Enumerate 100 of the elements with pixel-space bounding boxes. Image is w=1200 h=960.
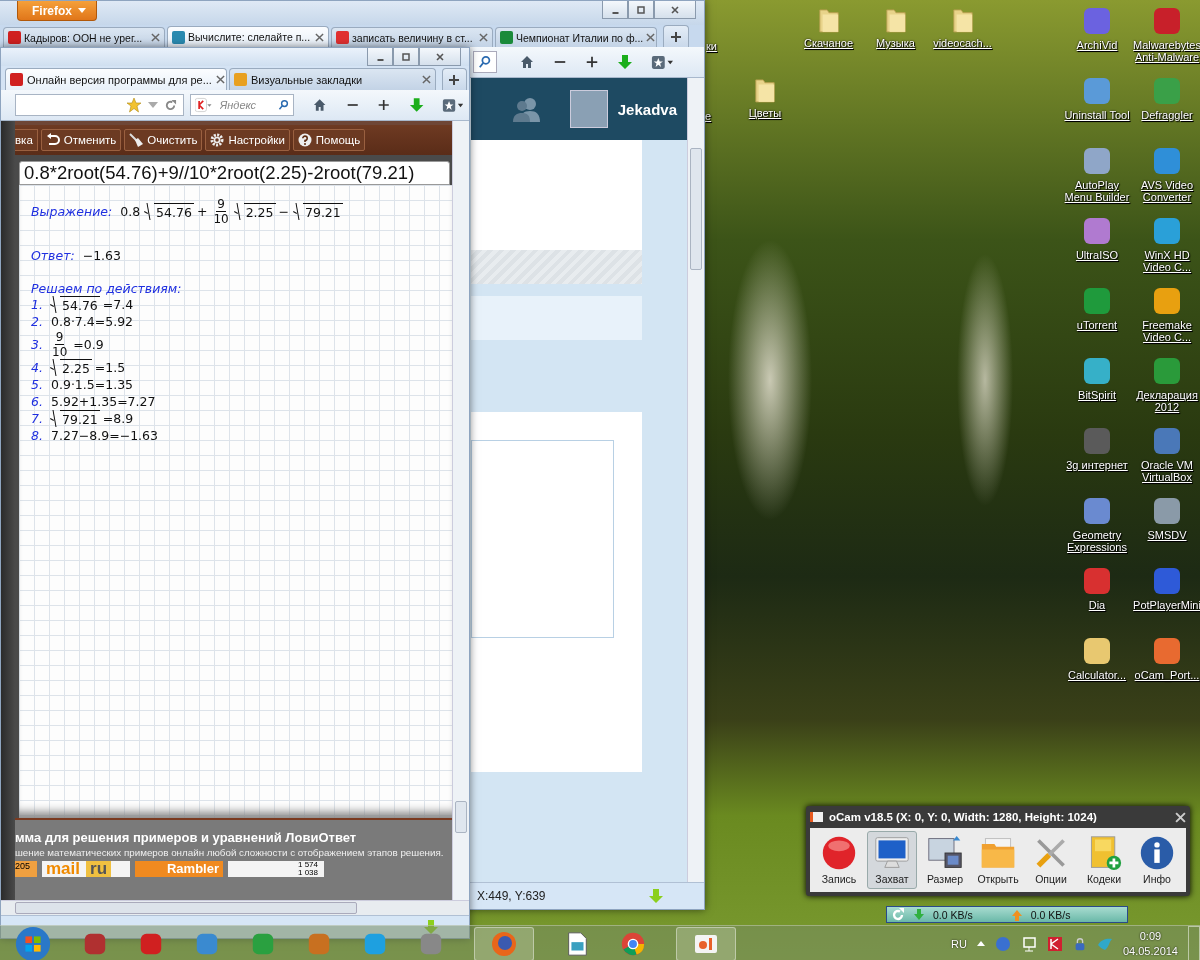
zoom-in-icon[interactable] xyxy=(377,98,391,112)
caret-icon[interactable] xyxy=(976,941,985,946)
reload-icon[interactable] xyxy=(164,98,178,112)
desktop-icon-label[interactable]: AVS Video Converter xyxy=(1132,179,1200,203)
desktop-icon-label[interactable]: PotPlayerMini xyxy=(1133,599,1200,611)
close-button[interactable] xyxy=(654,1,696,19)
expression-input[interactable]: 0.8*2root(54.76)+9//10*2root(2.25)-2root(79.21) xyxy=(19,161,450,185)
stats-banner[interactable]: 1 574 1 038 xyxy=(228,861,324,877)
desktop-icon-label[interactable]: AutoPlay Menu Builder xyxy=(1062,179,1132,203)
toolbar-button[interactable]: Очистить xyxy=(124,129,203,151)
close-icon[interactable] xyxy=(215,75,225,84)
dropdown-icon[interactable] xyxy=(148,102,159,108)
close-icon[interactable] xyxy=(421,75,431,84)
maximize-button[interactable] xyxy=(628,1,654,19)
new-tab-button[interactable] xyxy=(663,25,689,47)
desktop-icon-label[interactable]: Dia xyxy=(1088,599,1106,611)
desktop-icon-label[interactable]: uTorrent xyxy=(1076,319,1118,331)
home-icon[interactable] xyxy=(519,54,535,70)
avatar-placeholder[interactable] xyxy=(569,90,608,128)
star-icon[interactable] xyxy=(126,97,143,113)
folder-icon[interactable] xyxy=(884,6,907,34)
search-input[interactable]: Яндекс xyxy=(213,99,276,111)
folder-icon[interactable] xyxy=(754,76,776,104)
desktop-icon-label[interactable]: Oracle VM VirtualBox xyxy=(1132,459,1200,483)
app-icon[interactable] xyxy=(1152,286,1182,316)
folder-icon[interactable] xyxy=(817,6,840,34)
recorder-button[interactable]: Размер xyxy=(920,831,970,889)
show-desktop-button[interactable] xyxy=(1188,926,1200,960)
browser-tab[interactable]: Кадыров: ООН не урег... xyxy=(3,27,165,47)
browser-tab[interactable]: записать величину в ст... xyxy=(331,27,493,47)
search-icon[interactable] xyxy=(277,98,290,112)
language-indicator[interactable]: RU xyxy=(951,937,967,950)
desktop-icon-label[interactable]: Декларация 2012 xyxy=(1132,389,1200,413)
new-tab-button[interactable] xyxy=(441,68,467,90)
desktop-icon-label[interactable]: 3g интернет xyxy=(1066,459,1128,471)
download-icon[interactable] xyxy=(423,919,439,935)
app-icon[interactable] xyxy=(1152,496,1182,526)
refresh-icon[interactable] xyxy=(891,907,905,922)
toolbar-button[interactable]: вка xyxy=(15,129,38,151)
toolbar-button[interactable]: Настройки xyxy=(205,129,290,151)
close-icon[interactable] xyxy=(479,33,488,42)
app-icon[interactable] xyxy=(1082,496,1112,526)
recorder-button[interactable]: Запись xyxy=(814,831,864,889)
minimize-button[interactable] xyxy=(367,48,393,66)
desktop-icon-label[interactable]: Uninstall Tool xyxy=(1064,109,1130,121)
desktop-icon-label[interactable]: е xyxy=(705,110,712,122)
app-icon[interactable] xyxy=(1082,356,1112,386)
close-icon[interactable] xyxy=(151,33,160,42)
maximize-button[interactable] xyxy=(393,48,419,66)
toolbar-button[interactable]: Помощь xyxy=(292,129,366,151)
recorder-button[interactable]: Инфо xyxy=(1132,831,1182,889)
horizontal-scrollbar[interactable] xyxy=(1,900,469,915)
desktop-icon-label[interactable]: BitSpirit xyxy=(1078,389,1116,401)
folder-icon[interactable] xyxy=(951,6,974,34)
recorder-button[interactable]: Открыть xyxy=(973,831,1023,889)
network-icon[interactable] xyxy=(1020,935,1037,952)
home-icon[interactable] xyxy=(312,97,328,113)
mail-banner[interactable]: mail ru xyxy=(42,861,130,877)
desktop-icon-label[interactable]: Malwarebytes Anti-Malware xyxy=(1132,39,1200,63)
zoom-in-icon[interactable] xyxy=(585,55,599,69)
recorder-button[interactable]: Захват xyxy=(867,831,917,889)
start-button[interactable] xyxy=(14,924,52,960)
desktop-icon-label[interactable]: Музыка xyxy=(876,37,915,49)
desktop-icon-label[interactable]: oCam_Port... xyxy=(1134,669,1200,681)
users-icon[interactable] xyxy=(511,96,542,122)
scrollbar[interactable] xyxy=(452,121,469,900)
recorder-icon[interactable] xyxy=(676,926,736,960)
recorder-button[interactable]: Кодеки xyxy=(1079,831,1129,889)
download-icon[interactable] xyxy=(617,54,633,70)
desktop-icon-label[interactable]: WinX HD Video C... xyxy=(1132,249,1200,273)
browser-tab[interactable]: Чемпионат Италии по ф... xyxy=(495,27,657,47)
scrollbar[interactable] xyxy=(687,78,704,882)
bookmarks-icon[interactable] xyxy=(651,54,673,70)
address-field[interactable] xyxy=(15,94,185,116)
browser-tab[interactable]: Визуальные закладки xyxy=(229,68,436,90)
desktop-icon-label[interactable]: Geometry Expressions xyxy=(1062,529,1132,553)
desktop-icon-label[interactable]: UltraISO xyxy=(1075,249,1119,261)
counter-banner[interactable]: 205 xyxy=(15,861,37,877)
desktop-icon-label[interactable]: videocach... xyxy=(933,37,992,49)
desktop-icon-label[interactable]: Defraggler xyxy=(1141,109,1193,121)
desktop-icon-label[interactable]: Calculator... xyxy=(1067,669,1127,681)
bookmarks-icon[interactable] xyxy=(441,97,463,113)
toolbar-button[interactable]: Отменить xyxy=(40,129,122,151)
desktop-icon-label[interactable]: Скачаное xyxy=(803,37,853,49)
app-icon[interactable] xyxy=(1152,636,1182,666)
username[interactable]: Jekadva xyxy=(617,100,677,118)
recorder-button[interactable]: Опции xyxy=(1026,831,1076,889)
close-icon[interactable] xyxy=(646,33,656,42)
close-icon[interactable] xyxy=(315,32,324,42)
search-button[interactable] xyxy=(473,51,497,73)
app-icon[interactable] xyxy=(1082,636,1112,666)
search-field[interactable]: Яндекс xyxy=(190,94,295,116)
minimize-button[interactable] xyxy=(602,1,628,19)
browser-tab[interactable]: Онлайн версия программы для ре... xyxy=(5,68,227,90)
browser-tab[interactable]: Вычислите: слелайте п... xyxy=(167,26,329,47)
desktop-icon-label[interactable]: Freemake Video C... xyxy=(1132,319,1200,343)
firefox-icon[interactable] xyxy=(474,926,534,960)
desktop-icon-label[interactable]: SMSDV xyxy=(1147,529,1187,541)
desktop-icon-label[interactable]: ArchiVid xyxy=(1076,39,1118,51)
download-icon[interactable] xyxy=(408,97,424,113)
